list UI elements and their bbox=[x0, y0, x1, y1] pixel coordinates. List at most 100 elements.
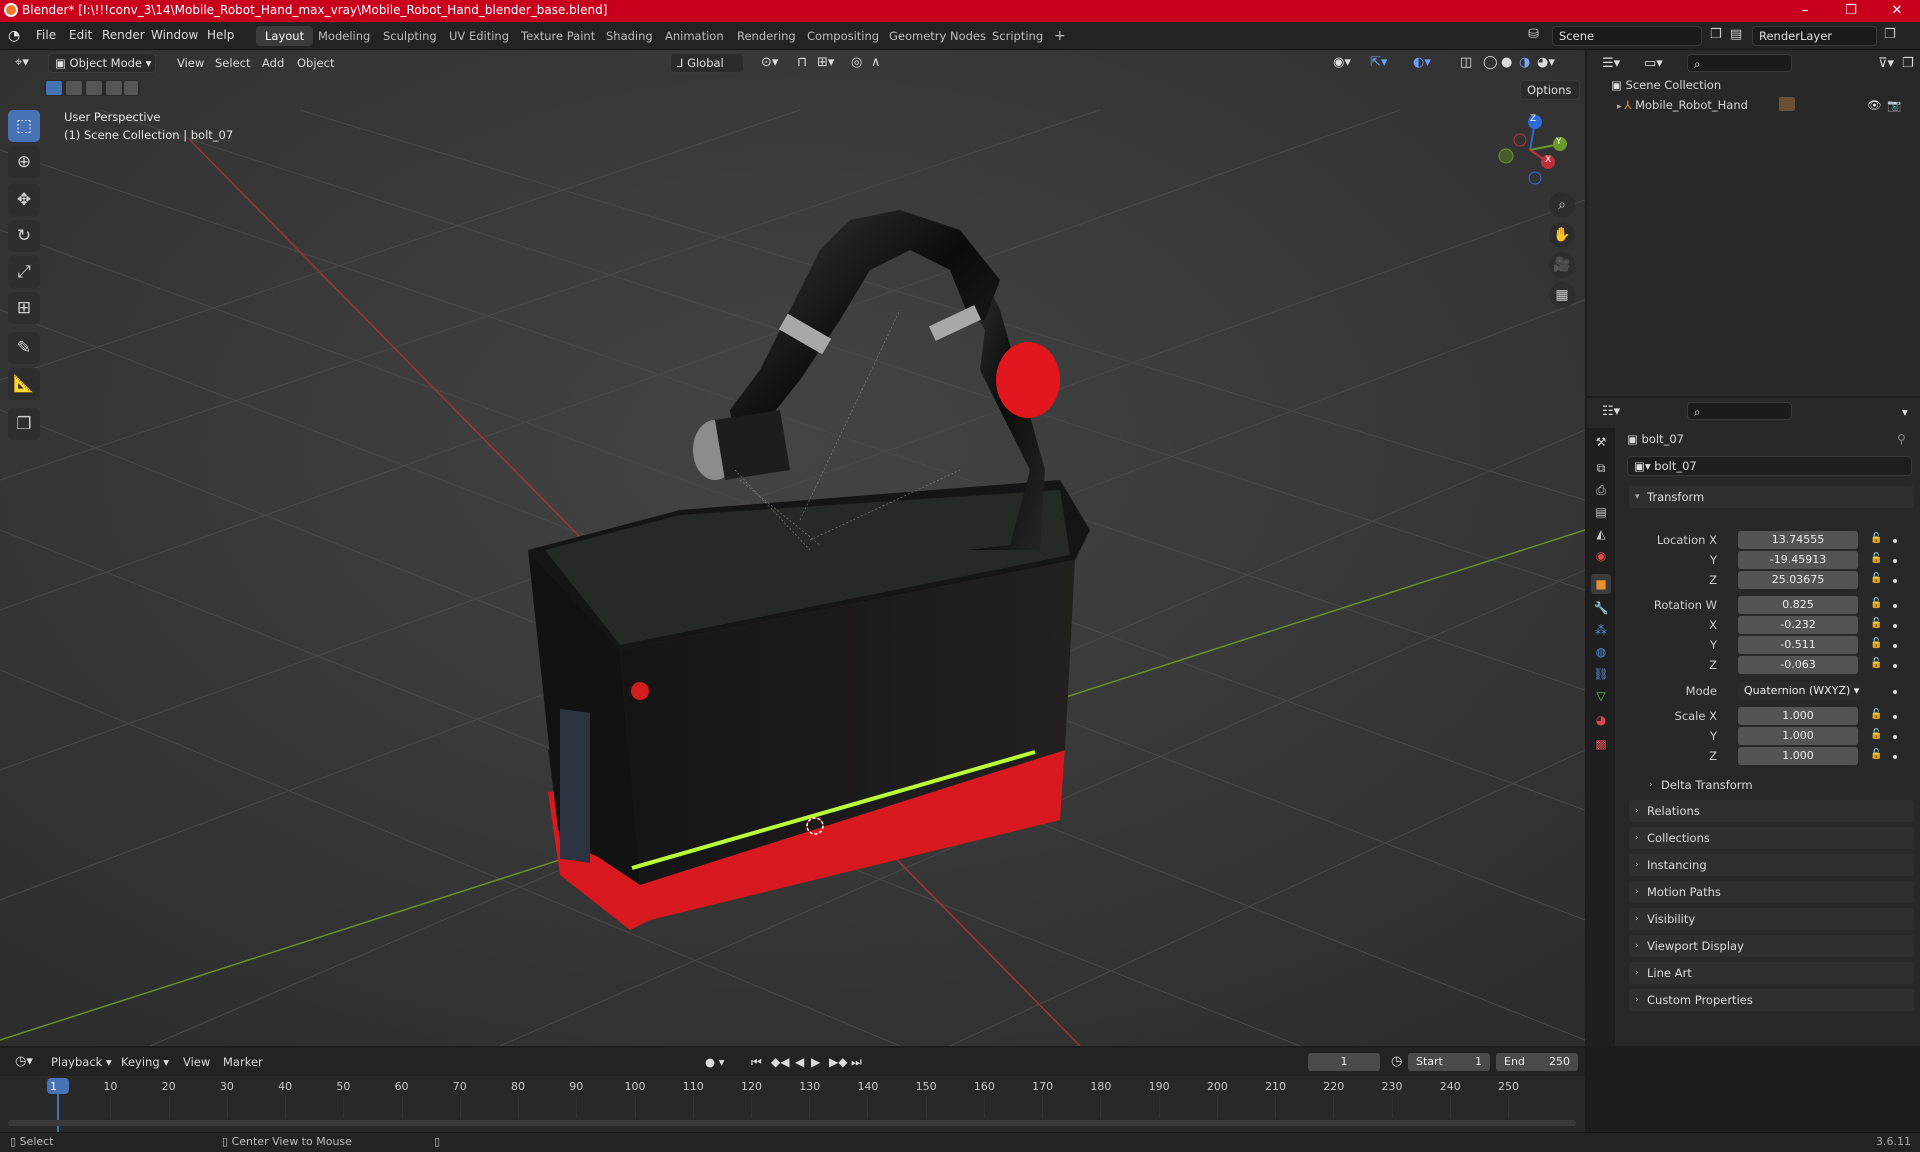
visibility-filter-icon[interactable]: ◉▾ bbox=[1328, 53, 1356, 73]
visibility-panel[interactable]: › Visibility bbox=[1629, 908, 1914, 930]
auto-keying-icon[interactable]: ● ▾ bbox=[700, 1052, 729, 1072]
view-layer-field[interactable]: RenderLayer bbox=[1752, 26, 1877, 46]
scale-tool-icon[interactable]: ⤢ bbox=[8, 256, 40, 288]
new-view-layer-icon[interactable]: ❐ bbox=[1884, 27, 1896, 42]
xray-icon[interactable]: ◫ bbox=[1455, 53, 1477, 73]
transform-tool-icon[interactable]: ⊞ bbox=[8, 292, 40, 324]
lock-icon[interactable]: 🔓 bbox=[1870, 553, 1882, 564]
measure-tool-icon[interactable]: 📐 bbox=[8, 368, 40, 400]
location-y-field[interactable]: -19.45913 bbox=[1738, 551, 1858, 569]
blender-menu-icon[interactable]: ◔ bbox=[8, 28, 20, 44]
render-camera-icon[interactable]: 📷 bbox=[1887, 98, 1901, 112]
keying-menu[interactable]: Keying ▾ bbox=[116, 1052, 174, 1072]
3d-viewport[interactable]: ⌖▾ ▣ Object Mode ▾ View Select Add Objec… bbox=[0, 50, 1585, 1046]
snap-icon[interactable]: ⊓ bbox=[792, 53, 812, 73]
timeline-view-menu[interactable]: View bbox=[178, 1052, 215, 1072]
proportional-edit-icon[interactable]: ◎ bbox=[846, 53, 867, 73]
add-cube-tool-icon[interactable]: ❒ bbox=[8, 408, 40, 440]
lock-icon[interactable]: 🔓 bbox=[1870, 638, 1882, 649]
keyframe-dot-icon[interactable] bbox=[1893, 755, 1897, 759]
lock-icon[interactable]: 🔓 bbox=[1870, 618, 1882, 629]
properties-search-input[interactable]: ⌕ bbox=[1687, 402, 1792, 420]
keyframe-dot-icon[interactable] bbox=[1893, 644, 1897, 648]
gizmo-toggle-icon[interactable]: ⇱▾ bbox=[1365, 53, 1392, 73]
scale-y-field[interactable]: 1.000 bbox=[1738, 727, 1858, 745]
material-tab-icon[interactable]: ◕ bbox=[1591, 710, 1611, 730]
menu-help[interactable]: Help bbox=[207, 28, 234, 42]
start-frame-field[interactable]: Start 1 bbox=[1408, 1053, 1490, 1071]
filter-icon[interactable]: ⊽▾ bbox=[1873, 54, 1899, 74]
minimize-button[interactable]: – bbox=[1782, 0, 1828, 22]
instancing-panel[interactable]: › Instancing bbox=[1629, 854, 1914, 876]
keyframe-dot-icon[interactable] bbox=[1893, 690, 1897, 694]
keyframe-dot-icon[interactable] bbox=[1893, 715, 1897, 719]
keyframe-dot-icon[interactable] bbox=[1893, 735, 1897, 739]
lock-icon[interactable]: 🔓 bbox=[1870, 658, 1882, 669]
tab-uv-editing[interactable]: UV Editing bbox=[440, 26, 518, 46]
motion-paths-panel[interactable]: › Motion Paths bbox=[1629, 881, 1914, 903]
scale-z-field[interactable]: 1.000 bbox=[1738, 747, 1858, 765]
output-tab-icon[interactable]: ⎙ bbox=[1591, 480, 1611, 500]
playback-menu[interactable]: Playback ▾ bbox=[46, 1052, 117, 1072]
menu-file[interactable]: File bbox=[36, 28, 56, 42]
rotation-mode-dropdown[interactable]: Quaternion (WXYZ) ▾ bbox=[1738, 682, 1860, 700]
close-button[interactable]: ✕ bbox=[1874, 0, 1920, 22]
tab-geometry-nodes[interactable]: Geometry Nodes bbox=[880, 26, 995, 46]
pivot-point-icon[interactable]: ⊙▾ bbox=[756, 53, 783, 73]
object-data-tab-icon[interactable]: ▽ bbox=[1591, 686, 1611, 706]
display-mode-icon[interactable]: ▭▾ bbox=[1639, 54, 1668, 74]
current-frame-field[interactable]: 1 bbox=[1308, 1053, 1380, 1071]
maximize-button[interactable]: ❐ bbox=[1828, 0, 1874, 22]
line-art-panel[interactable]: › Line Art bbox=[1629, 962, 1914, 984]
new-collection-icon[interactable]: ❐ bbox=[1897, 54, 1919, 74]
rotation-y-field[interactable]: -0.511 bbox=[1738, 636, 1858, 654]
overlay-toggle-icon[interactable]: ◐▾ bbox=[1408, 53, 1436, 73]
rotation-x-field[interactable]: -0.232 bbox=[1738, 616, 1858, 634]
menu-window[interactable]: Window bbox=[151, 28, 198, 42]
pin-icon[interactable]: ⚲ bbox=[1897, 432, 1906, 446]
scene-tab-icon[interactable]: ◭ bbox=[1591, 524, 1611, 544]
mode-dropdown[interactable]: ▣ Object Mode ▾ bbox=[48, 53, 156, 73]
cursor-tool-icon[interactable]: ⊕ bbox=[8, 146, 40, 178]
visibility-eye-icon[interactable]: 👁 bbox=[1867, 98, 1882, 112]
object-tab-icon[interactable]: ■ bbox=[1591, 574, 1611, 594]
keyframe-dot-icon[interactable] bbox=[1893, 664, 1897, 668]
tab-layout[interactable]: Layout bbox=[256, 26, 314, 46]
timeline-scrollbar[interactable] bbox=[8, 1120, 1576, 1126]
rendered-shading-icon[interactable]: ◕▾ bbox=[1532, 53, 1560, 73]
select-new-icon[interactable] bbox=[46, 81, 62, 95]
select-intersect-icon[interactable] bbox=[124, 81, 138, 95]
tab-modeling[interactable]: Modeling bbox=[309, 26, 379, 46]
viewport-menu-object[interactable]: Object bbox=[292, 53, 339, 73]
keyframe-dot-icon[interactable] bbox=[1893, 624, 1897, 628]
scene-icon[interactable]: ⛁ bbox=[1528, 27, 1539, 42]
tab-texture-paint[interactable]: Texture Paint bbox=[512, 26, 604, 46]
keyframe-dot-icon[interactable] bbox=[1893, 579, 1897, 583]
location-z-field[interactable]: 25.03675 bbox=[1738, 571, 1858, 589]
relations-panel[interactable]: › Relations bbox=[1629, 800, 1914, 822]
collections-panel[interactable]: › Collections bbox=[1629, 827, 1914, 849]
properties-editor-icon[interactable]: ☷▾ bbox=[1597, 402, 1625, 422]
scene-name-field[interactable]: Scene bbox=[1552, 26, 1702, 46]
tab-compositing[interactable]: Compositing bbox=[798, 26, 888, 46]
tab-sculpting[interactable]: Sculpting bbox=[374, 26, 446, 46]
pan-hand-icon[interactable]: ✋ bbox=[1549, 222, 1575, 248]
rotate-tool-icon[interactable]: ↻ bbox=[8, 220, 40, 252]
tab-shading[interactable]: Shading bbox=[597, 26, 662, 46]
lock-icon[interactable]: 🔓 bbox=[1870, 598, 1882, 609]
tab-rendering[interactable]: Rendering bbox=[728, 26, 805, 46]
delta-transform-panel[interactable]: › Delta Transform bbox=[1643, 774, 1914, 796]
select-invert-icon[interactable] bbox=[106, 81, 122, 95]
snap-target-icon[interactable]: ⊞▾ bbox=[812, 53, 839, 73]
location-x-field[interactable]: 13.74555 bbox=[1738, 531, 1858, 549]
perspective-toggle-icon[interactable]: ▦ bbox=[1549, 282, 1575, 308]
keyframe-dot-icon[interactable] bbox=[1893, 539, 1897, 543]
rotation-w-field[interactable]: 0.825 bbox=[1738, 596, 1858, 614]
outliner-editor-icon[interactable]: ☰▾ bbox=[1597, 54, 1625, 74]
lock-icon[interactable]: 🔓 bbox=[1870, 533, 1882, 544]
select-extend-icon[interactable] bbox=[66, 81, 82, 95]
rotation-z-field[interactable]: -0.063 bbox=[1738, 656, 1858, 674]
object-name-field[interactable]: ▣▾ bolt_07 bbox=[1627, 456, 1912, 476]
world-tab-icon[interactable]: ◉ bbox=[1591, 546, 1611, 566]
viewport-menu-select[interactable]: Select bbox=[210, 53, 255, 73]
